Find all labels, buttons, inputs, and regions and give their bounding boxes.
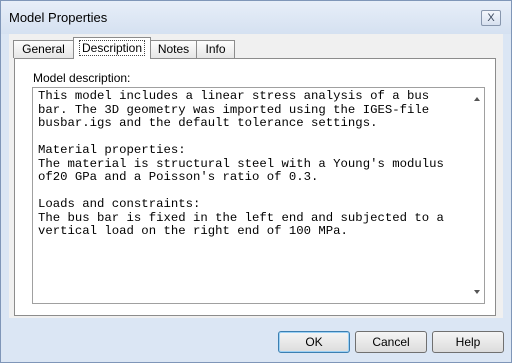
model-description-textarea[interactable]: This model includes a linear stress anal… <box>32 87 485 304</box>
help-button[interactable]: Help <box>432 331 504 353</box>
tab-label: General <box>22 42 65 56</box>
tab-description[interactable]: Description <box>73 37 151 59</box>
model-properties-dialog: Model Properties X General Description N… <box>0 0 512 363</box>
tab-info[interactable]: Info <box>196 40 235 58</box>
model-description-label: Model description: <box>33 71 131 85</box>
ok-button[interactable]: OK <box>278 331 350 353</box>
close-icon: X <box>487 12 495 24</box>
close-button[interactable]: X <box>481 10 501 26</box>
scroll-up-arrow-icon[interactable] <box>474 97 480 101</box>
model-description-text: This model includes a linear stress anal… <box>38 89 444 238</box>
tab-label: Notes <box>157 42 190 56</box>
dialog-title: Model Properties <box>9 10 108 25</box>
tab-general[interactable]: General <box>13 40 74 58</box>
tab-notes[interactable]: Notes <box>150 40 197 58</box>
tab-label: Description <box>78 40 146 56</box>
scroll-down-arrow-icon[interactable] <box>474 290 480 294</box>
cancel-button[interactable]: Cancel <box>355 331 427 353</box>
tab-label: Info <box>205 42 226 56</box>
title-bar: Model Properties X <box>1 1 511 34</box>
